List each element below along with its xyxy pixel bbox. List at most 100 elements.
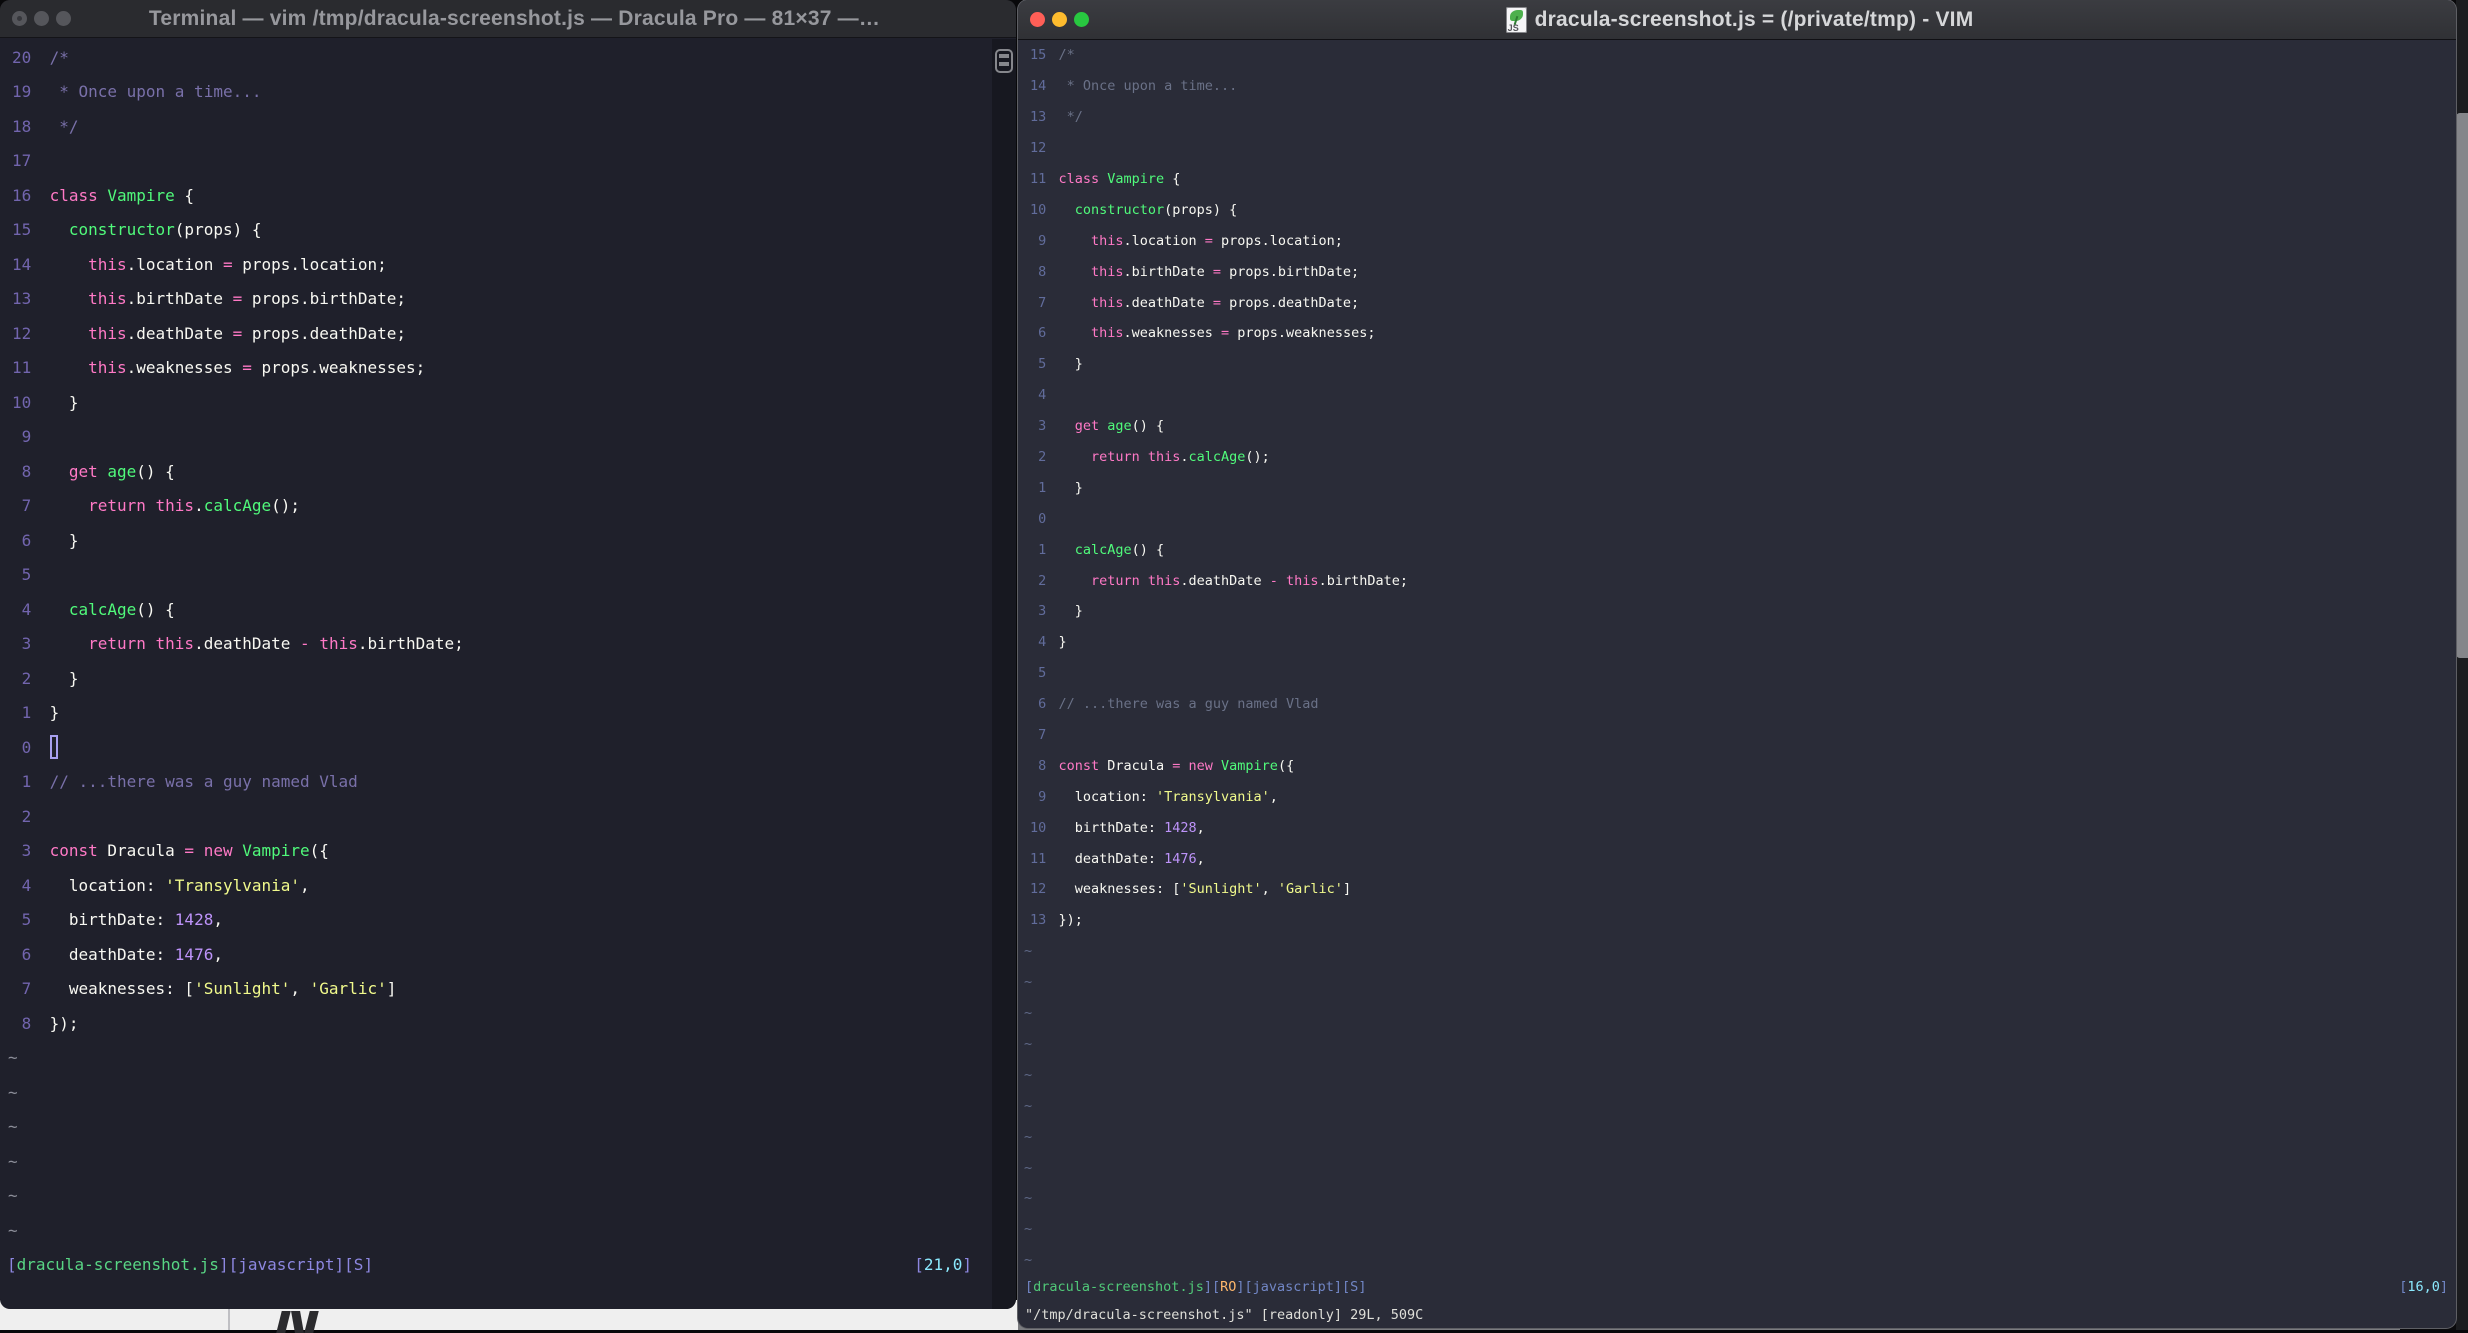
code-text: // ...there was a guy named Vlad xyxy=(1058,696,1318,712)
token: ] xyxy=(386,979,397,999)
empty-line: ~ xyxy=(1018,1059,2456,1090)
line-number: 3 xyxy=(21,841,32,861)
code-text: } xyxy=(50,703,60,722)
line-number: 8 xyxy=(1038,263,1047,280)
token: weaknesses: [ xyxy=(1058,881,1181,898)
code-line: 10 } xyxy=(0,385,992,420)
status-segment: S xyxy=(353,1254,364,1274)
split-pane-icon[interactable] xyxy=(995,49,1013,73)
tilde-marker: ~ xyxy=(1024,1221,1033,1238)
code-text: }); xyxy=(1058,912,1082,928)
tilde-marker: ~ xyxy=(1024,1066,1033,1083)
token: get xyxy=(68,461,108,481)
terminal-titlebar[interactable]: Terminal — vim /tmp/dracula-screenshot.j… xyxy=(0,0,1016,38)
empty-line: ~ xyxy=(0,1075,992,1110)
token: const xyxy=(1058,757,1108,774)
line-number: 15 xyxy=(1030,47,1047,64)
token: (props) { xyxy=(174,220,262,240)
code-line: 4 xyxy=(1018,380,2456,411)
vim-buffer[interactable]: 20/* 19 * Once upon a time... 18 */17 16 cla… xyxy=(0,40,992,1248)
token: this xyxy=(1090,325,1124,342)
status-segment: ][ xyxy=(334,1254,354,1274)
token: 1476 xyxy=(174,944,214,964)
empty-line: ~ xyxy=(1018,998,2456,1029)
traffic-lights xyxy=(1030,12,1089,27)
code-text: } xyxy=(1058,603,1083,619)
code-line: 15 constructor(props) { xyxy=(0,213,992,248)
token: class xyxy=(49,185,108,205)
token: } xyxy=(49,530,79,550)
code-text: weaknesses: ['Sunlight', 'Garlic'] xyxy=(50,979,397,998)
token: get xyxy=(1074,418,1108,435)
code-line: 0 xyxy=(0,730,992,765)
tilde-marker: ~ xyxy=(8,1082,18,1102)
token: (); xyxy=(1245,449,1270,466)
code-line: 4} xyxy=(1018,627,2456,658)
minimize-button[interactable] xyxy=(34,11,49,26)
code-text: location: 'Transylvania', xyxy=(1058,788,1278,805)
code-line: 7 this.deathDate = props.deathDate; xyxy=(1018,287,2456,318)
code-text: } xyxy=(1058,634,1066,650)
token: () { xyxy=(1131,418,1165,435)
line-number: 1 xyxy=(21,772,32,792)
zoom-button[interactable] xyxy=(1074,12,1089,27)
token: = xyxy=(222,254,233,274)
token: = xyxy=(1221,325,1230,342)
close-button[interactable] xyxy=(12,11,27,26)
line-number: 13 xyxy=(1030,912,1047,929)
code-line: 12 xyxy=(1018,133,2456,164)
code-line: 13 */ xyxy=(1018,102,2456,133)
token: .location xyxy=(1123,232,1205,249)
line-number: 3 xyxy=(1038,418,1047,435)
minimize-button[interactable] xyxy=(1052,12,1067,27)
line-number: 0 xyxy=(21,737,32,757)
terminal-scrollbar-area[interactable] xyxy=(992,39,1016,1309)
empty-line: ~ xyxy=(0,1110,992,1145)
token: calcAge xyxy=(1074,541,1132,558)
token: 'Transylvania' xyxy=(1155,788,1270,805)
zoom-button[interactable] xyxy=(56,11,71,26)
line-number: 2 xyxy=(21,806,32,826)
code-text: } xyxy=(1058,480,1083,496)
token: props.weaknesses; xyxy=(1229,325,1376,342)
code-text: deathDate: 1476, xyxy=(1058,851,1205,867)
token: props.location; xyxy=(1212,232,1343,249)
token: () { xyxy=(136,599,175,619)
token: , xyxy=(213,944,223,964)
code-text: }); xyxy=(50,1014,79,1033)
code-line: 8}); xyxy=(0,1006,992,1041)
code-line: 9 this.location = props.location; xyxy=(1018,225,2456,256)
line-number: 5 xyxy=(21,565,32,585)
vim-buffer[interactable]: 15/* 14 * Once upon a time... 13 */12 11 cla… xyxy=(1018,40,2456,1276)
scrollbar-thumb[interactable] xyxy=(2456,113,2468,658)
token: calcAge xyxy=(203,496,272,516)
token: }); xyxy=(49,1013,79,1033)
token: ({ xyxy=(309,841,329,861)
token: class xyxy=(1058,171,1108,187)
code-line: 15 /* xyxy=(1018,40,2456,71)
code-line: 6 this.weaknesses = props.weaknesses; xyxy=(1018,318,2456,349)
line-number: 0 xyxy=(1038,510,1047,527)
code-text: this.location = props.location; xyxy=(1058,233,1343,249)
code-line: 5 birthDate: 1428, xyxy=(0,903,992,938)
token: Vampire xyxy=(1107,171,1165,187)
line-number: 5 xyxy=(1038,356,1047,373)
terminal-window: Terminal — vim /tmp/dracula-screenshot.j… xyxy=(0,0,1016,1309)
code-line: 6 deathDate: 1476, xyxy=(0,937,992,972)
close-button[interactable] xyxy=(1030,12,1045,27)
token: }); xyxy=(1058,912,1083,929)
empty-line: ~ xyxy=(1018,1152,2456,1183)
line-number: 4 xyxy=(1038,387,1047,404)
token: = xyxy=(232,289,243,309)
line-number: 1 xyxy=(21,703,32,723)
code-line: 17 xyxy=(0,144,992,179)
token: , xyxy=(1196,819,1205,836)
line-number: 2 xyxy=(1038,449,1047,466)
token: props.weaknesses; xyxy=(251,358,426,378)
code-line: 14 this.location = props.location; xyxy=(0,247,992,282)
macvim-titlebar[interactable]: JS dracula-screenshot.js = (/private/tmp… xyxy=(1018,0,2456,40)
